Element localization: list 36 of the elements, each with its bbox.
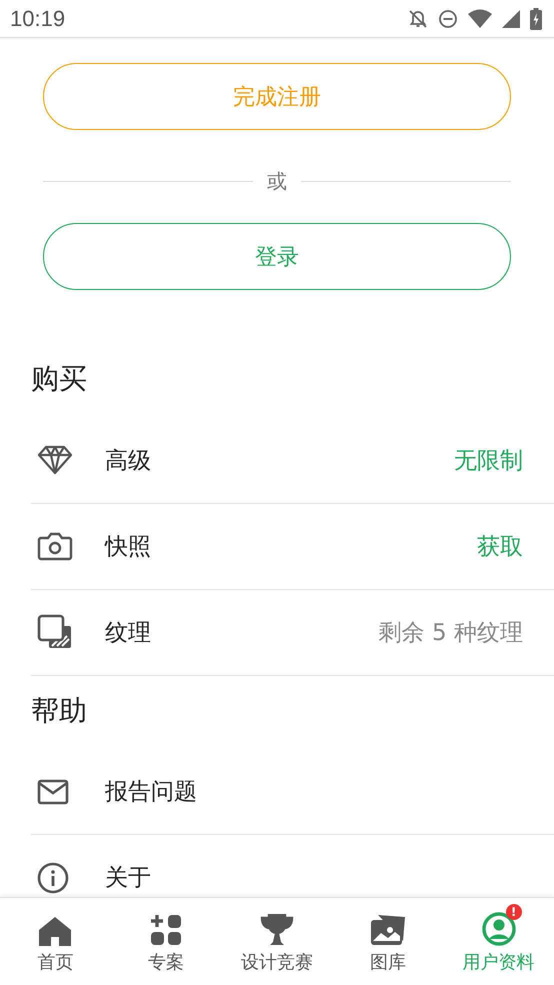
status-time: 10:19 <box>10 6 66 32</box>
bell-off-icon <box>408 8 428 28</box>
camera-icon <box>37 531 73 562</box>
nav-tab[interactable]: 首页 <box>0 898 111 985</box>
minus-circle-icon <box>438 8 458 28</box>
nav-tab[interactable]: 图库 <box>332 898 444 985</box>
list-row[interactable]: 高级 无限制 <box>31 418 554 504</box>
trophy-icon <box>260 914 294 946</box>
mail-icon <box>37 778 69 805</box>
row-label: 关于 <box>105 864 152 894</box>
row-label: 快照 <box>105 532 152 562</box>
row-label: 高级 <box>105 446 152 476</box>
divider-text: 或 <box>267 168 287 195</box>
layers-icon <box>37 614 73 650</box>
notification-badge: ! <box>506 904 522 920</box>
apps-icon <box>150 914 182 946</box>
list-row[interactable]: 快照 获取 <box>31 504 554 590</box>
wifi-icon <box>468 8 492 28</box>
row-value: 获取 <box>477 532 523 562</box>
row-value: 剩余 5 种纹理 <box>378 618 523 648</box>
section-title: 帮助 <box>31 694 88 728</box>
list-row[interactable]: 报告问题 <box>31 749 554 836</box>
diamond-icon <box>37 445 73 476</box>
gallery-icon <box>370 914 406 946</box>
nav-tab[interactable]: 设计竞赛 <box>222 898 332 985</box>
row-value: 无限制 <box>454 446 523 476</box>
nav-tab[interactable]: ! 用户资料 <box>443 898 554 985</box>
battery-icon <box>530 8 542 30</box>
row-label: 报告问题 <box>105 778 198 808</box>
section-title: 购买 <box>31 362 88 396</box>
nav-tab[interactable]: 专案 <box>110 898 222 985</box>
row-label: 纹理 <box>105 618 152 648</box>
signal-icon <box>502 10 520 28</box>
list-row[interactable]: 纹理 剩余 5 种纹理 <box>31 590 554 676</box>
home-icon <box>38 916 72 946</box>
info-icon <box>37 862 69 894</box>
